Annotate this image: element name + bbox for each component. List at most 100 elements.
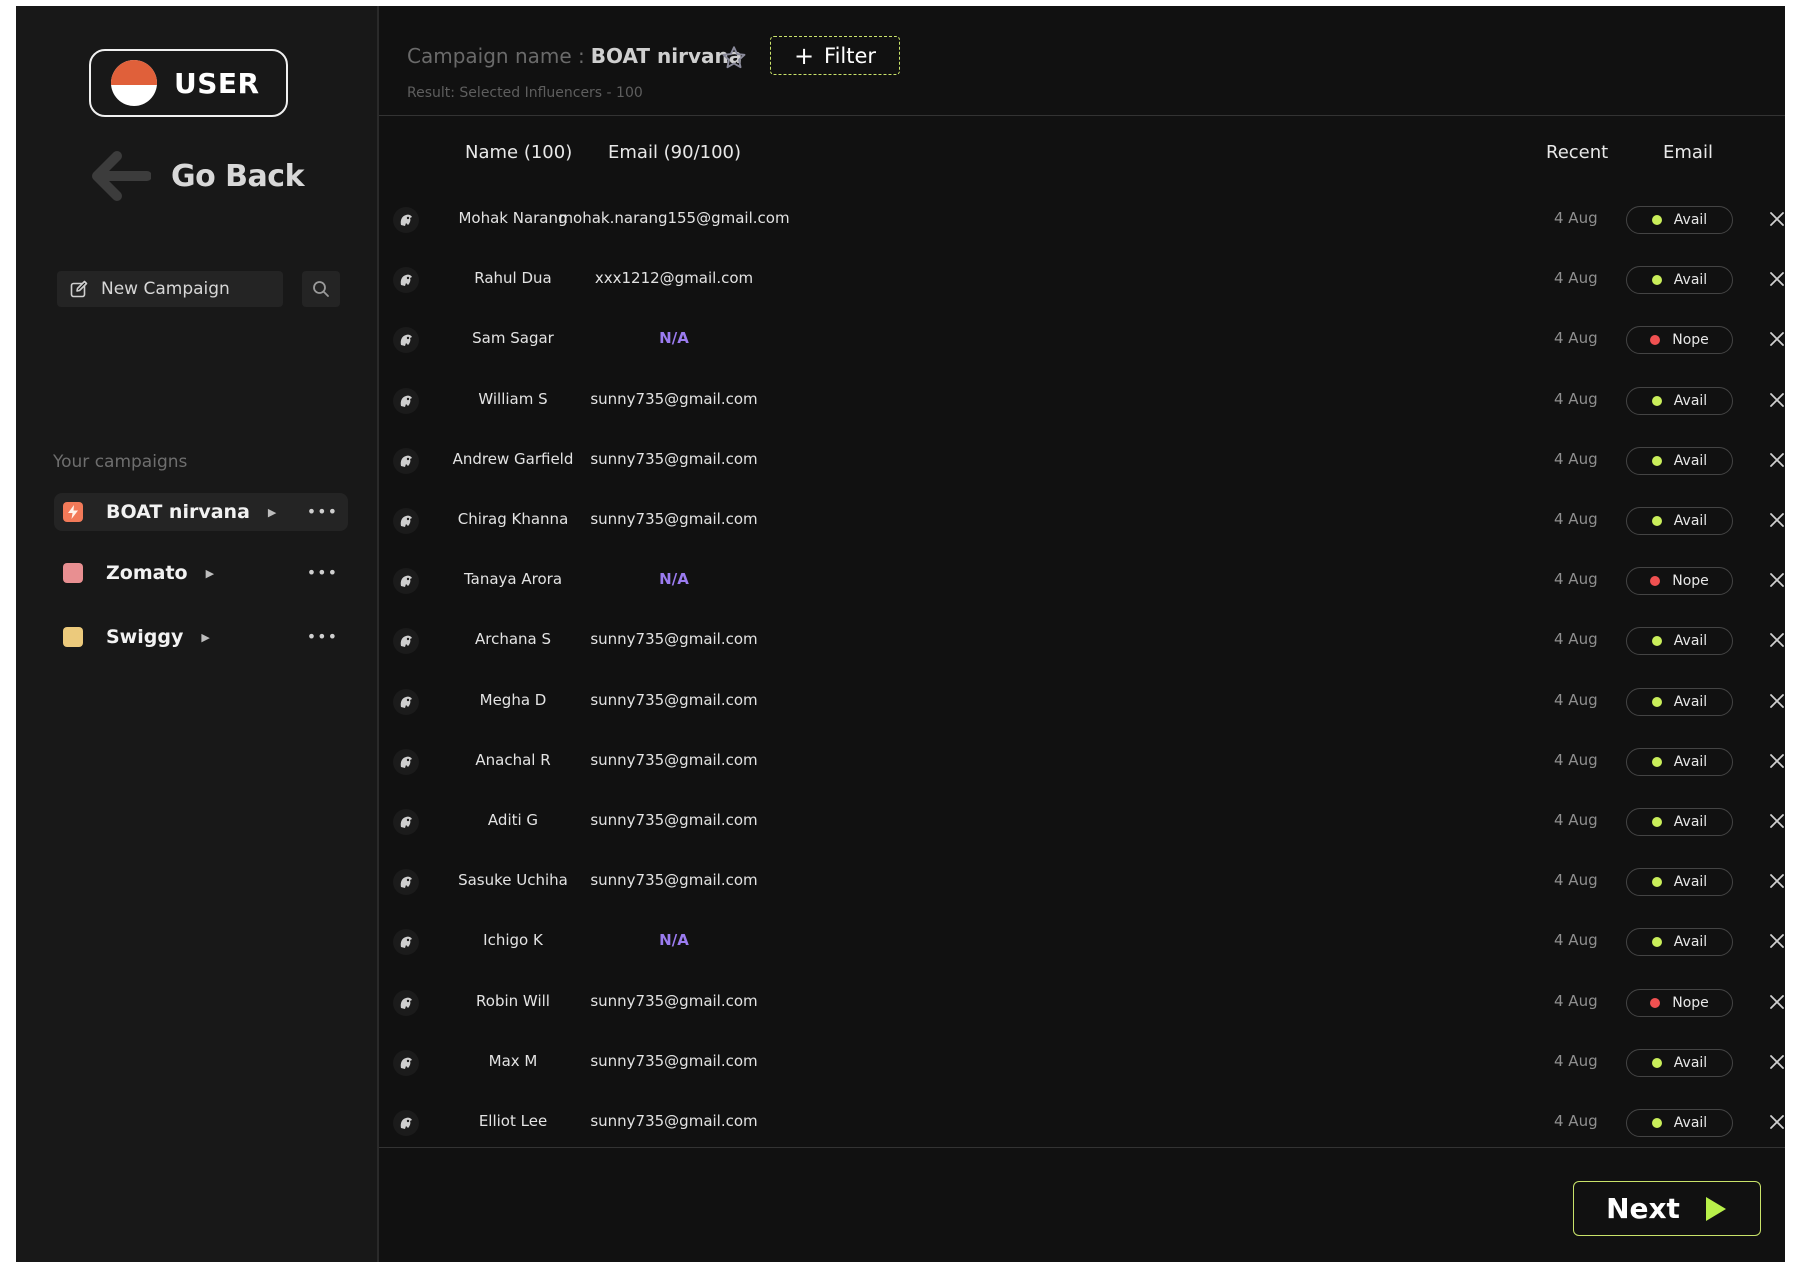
table-row[interactable]: Sam Sagar N/A 4 Aug Nope xyxy=(379,314,1785,366)
close-icon[interactable] xyxy=(1766,509,1788,531)
column-header-recent[interactable]: Recent xyxy=(1546,142,1608,163)
email-status-badge[interactable]: Avail xyxy=(1626,808,1733,836)
table-row[interactable]: Mohak Narang mohak.narang155@gmail.com 4 A… xyxy=(379,194,1785,246)
campaign-label: Zomato xyxy=(106,562,188,584)
email-status-badge[interactable]: Nope xyxy=(1626,567,1733,595)
email-status-badge[interactable]: Avail xyxy=(1626,688,1733,716)
table-row[interactable]: Elliot Lee sunny735@gmail.com 4 Aug Avail xyxy=(379,1097,1785,1149)
user-badge[interactable]: USER xyxy=(89,49,288,117)
close-icon[interactable] xyxy=(1766,810,1788,832)
filter-button[interactable]: + Filter xyxy=(770,36,900,75)
close-icon[interactable] xyxy=(1766,449,1788,471)
influencer-avatar xyxy=(393,568,419,594)
table-row[interactable]: Robin Will sunny735@gmail.com 4 Aug Nope xyxy=(379,977,1785,1029)
table-row[interactable]: Megha Dsunny735@gmail.com 4 Aug Avail xyxy=(379,676,1785,728)
column-header-email-status[interactable]: Email xyxy=(1663,142,1713,163)
email-status-badge[interactable]: Nope xyxy=(1626,989,1733,1017)
status-dot-icon xyxy=(1651,456,1662,466)
table-row[interactable]: William Ssunny735@gmail.com 4 Aug Avail xyxy=(379,375,1785,427)
close-icon[interactable] xyxy=(1766,690,1788,712)
campaign-label: Swiggy xyxy=(106,626,184,648)
email-status-badge[interactable]: Avail xyxy=(1626,1109,1733,1137)
column-header-email[interactable]: Email (90/100) xyxy=(608,142,741,163)
close-icon[interactable] xyxy=(1766,328,1788,350)
close-icon[interactable] xyxy=(1766,569,1788,591)
new-campaign-label: New Campaign xyxy=(101,279,230,299)
more-options-icon[interactable]: ••• xyxy=(307,627,338,646)
influencer-avatar xyxy=(393,207,419,233)
email-status-badge[interactable]: Avail xyxy=(1626,748,1733,776)
influencer-avatar xyxy=(393,448,419,474)
close-icon[interactable] xyxy=(1766,1111,1788,1133)
close-icon[interactable] xyxy=(1766,208,1788,230)
sidebar-item-boat-nirvana[interactable]: BOAT nirvana ▶ ••• xyxy=(54,493,348,531)
new-campaign-button[interactable]: New Campaign xyxy=(57,271,283,307)
influencer-email: sunny735@gmail.com xyxy=(590,630,758,648)
more-options-icon[interactable]: ••• xyxy=(307,563,338,582)
status-label: Avail xyxy=(1673,1115,1708,1131)
table-row[interactable]: Tanaya Arora N/A 4 Aug Nope xyxy=(379,555,1785,607)
next-label: Next xyxy=(1606,1192,1680,1225)
email-status-badge[interactable]: Avail xyxy=(1626,507,1733,535)
table-row[interactable]: Rahul Dua xxx1212@gmail.com 4 Aug Avail xyxy=(379,254,1785,306)
close-icon[interactable] xyxy=(1766,268,1788,290)
table-row[interactable]: Ichigo K N/A 4 Aug Avail xyxy=(379,916,1785,968)
status-dot-icon xyxy=(1651,636,1662,646)
recent-date: 4 Aug xyxy=(1554,1112,1598,1130)
recent-date: 4 Aug xyxy=(1554,691,1598,709)
status-label: Avail xyxy=(1673,393,1708,409)
close-icon[interactable] xyxy=(1766,930,1788,952)
email-status-badge[interactable]: Nope xyxy=(1626,326,1733,354)
more-options-icon[interactable]: ••• xyxy=(307,502,338,521)
caret-right-icon[interactable]: ▶ xyxy=(268,506,276,519)
influencer-email: N/A xyxy=(659,570,689,588)
influencer-avatar xyxy=(393,267,419,293)
close-icon[interactable] xyxy=(1766,870,1788,892)
sidebar-item-swiggy[interactable]: Swiggy ▶ ••• xyxy=(54,618,348,656)
campaign-color-square xyxy=(63,627,83,647)
table-row[interactable]: Aditi Gsunny735@gmail.com 4 Aug Avail xyxy=(379,796,1785,848)
email-status-badge[interactable]: Avail xyxy=(1626,868,1733,896)
status-dot-icon xyxy=(1650,576,1661,586)
close-icon[interactable] xyxy=(1766,389,1788,411)
close-icon[interactable] xyxy=(1766,629,1788,651)
table-row[interactable]: Sasuke Uchiha sunny735@gmail.com 4 Aug Avai… xyxy=(379,856,1785,908)
status-label: Avail xyxy=(1673,754,1708,770)
table-row[interactable]: Andrew Garfield sunny735@gmail.com 4 Aug Av… xyxy=(379,435,1785,487)
email-status-badge[interactable]: Avail xyxy=(1626,1049,1733,1077)
campaign-name-prefix: Campaign name : xyxy=(407,44,585,68)
close-icon[interactable] xyxy=(1766,750,1788,772)
email-status-badge[interactable]: Avail xyxy=(1626,266,1733,294)
email-status-badge[interactable]: Avail xyxy=(1626,387,1733,415)
main-panel: Campaign name : BOAT nirvana + Filter Re… xyxy=(379,6,1785,1262)
footer-divider xyxy=(379,1147,1785,1148)
table-row[interactable]: Archana Ssunny735@gmail.com 4 Aug Avail xyxy=(379,615,1785,667)
influencer-avatar xyxy=(393,809,419,835)
email-status-badge[interactable]: Avail xyxy=(1626,447,1733,475)
influencer-email: sunny735@gmail.com xyxy=(590,871,758,889)
sidebar-item-zomato[interactable]: Zomato ▶ ••• xyxy=(54,554,348,592)
influencer-email: sunny735@gmail.com xyxy=(590,510,758,528)
table-row[interactable]: Max Msunny735@gmail.com 4 Aug Avail xyxy=(379,1037,1785,1089)
influencer-avatar xyxy=(393,869,419,895)
email-status-badge[interactable]: Avail xyxy=(1626,627,1733,655)
close-icon[interactable] xyxy=(1766,991,1788,1013)
caret-right-icon[interactable]: ▶ xyxy=(201,631,209,644)
email-status-badge[interactable]: Avail xyxy=(1626,928,1733,956)
status-label: Avail xyxy=(1673,272,1708,288)
status-dot-icon xyxy=(1651,1118,1662,1128)
status-label: Avail xyxy=(1673,874,1708,890)
email-status-badge[interactable]: Avail xyxy=(1626,206,1733,234)
status-dot-icon xyxy=(1651,275,1662,285)
search-button[interactable] xyxy=(302,271,340,307)
go-back-button[interactable]: Go Back xyxy=(89,148,305,204)
caret-right-icon[interactable]: ▶ xyxy=(206,567,214,580)
table-row[interactable]: Anachal Rsunny735@gmail.com 4 Aug Avail xyxy=(379,736,1785,788)
column-header-name[interactable]: Name (100) xyxy=(465,142,572,163)
influencer-avatar xyxy=(393,388,419,414)
table-row[interactable]: Chirag Khanna sunny735@gmail.com 4 Aug Avai… xyxy=(379,495,1785,547)
star-icon[interactable] xyxy=(720,44,748,72)
close-icon[interactable] xyxy=(1766,1051,1788,1073)
campaign-color-square xyxy=(63,563,83,583)
next-button[interactable]: Next xyxy=(1573,1181,1761,1236)
